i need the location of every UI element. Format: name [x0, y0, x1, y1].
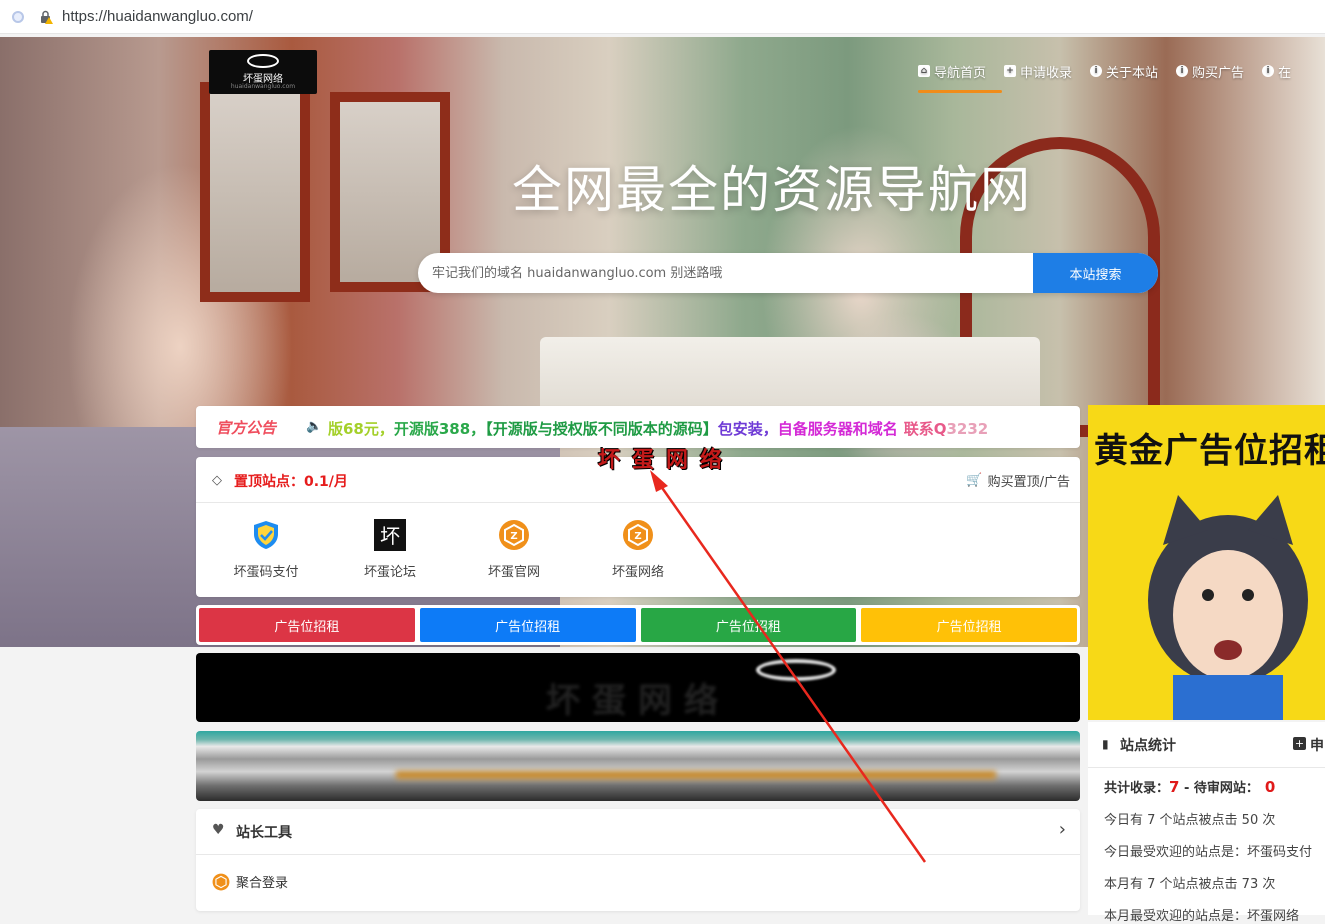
home-icon: ⌂	[918, 65, 930, 77]
orange-hex-icon	[212, 873, 230, 890]
stats-title: 站点统计	[1120, 738, 1176, 754]
top-sites-card: ◇ 置顶站点：0.1/月 🛒 购买置顶/广告 坏蛋码支付 坏 坏蛋论坛 Z 坏蛋…	[196, 457, 1080, 597]
nav-label: 关于本站	[1106, 65, 1159, 81]
hero-window-decor	[200, 82, 310, 302]
heartbeat-icon: ♥	[212, 822, 225, 838]
cart-icon: 🛒	[966, 473, 983, 488]
top-sites-title: 置顶站点：0.1/月	[234, 474, 348, 490]
notice-part: 版68元，	[328, 420, 394, 438]
side-ad-title: 黄金广告位招租	[1094, 431, 1325, 471]
watermark-text: 坏蛋网络	[598, 447, 735, 473]
banner-logo-text: 坏蛋网络	[546, 681, 730, 721]
nav-label: 申请收录	[1020, 65, 1073, 81]
stats-header: ▮ 站点统计 + 申	[1088, 722, 1325, 768]
chevron-right-icon[interactable]: ›	[1059, 819, 1066, 840]
bookmark-icon: ▮	[1102, 737, 1109, 751]
plus-square-icon: +	[1004, 65, 1017, 77]
nav-label: 在	[1278, 65, 1292, 81]
top-nav: ⌂ 导航首页 + 申请收录 i 关于本站 i 购买广告 i 在	[918, 60, 1291, 93]
search-button[interactable]: 本站搜索	[1033, 253, 1158, 293]
ad-slot-button[interactable]: 广告位招租	[861, 608, 1077, 642]
info-icon: i	[1090, 65, 1103, 77]
notice-part: 包安装，	[717, 420, 778, 438]
info-icon: i	[1262, 65, 1275, 77]
nav-label: 购买广告	[1192, 65, 1245, 81]
notice-part: 【开源版与授权版不同版本的源码】	[485, 420, 718, 438]
stats-line: 今日最受欢迎的站点是：坏蛋码支付	[1104, 845, 1313, 860]
search-input[interactable]	[418, 253, 1033, 293]
speaker-icon: 🔈	[306, 419, 323, 434]
info-icon: i	[1176, 65, 1189, 77]
webmaster-tools-card: ♥ 站长工具 › 聚合登录	[196, 809, 1080, 911]
nav-item-buy-ad[interactable]: i 购买广告	[1176, 60, 1244, 82]
stats-total-line: 共计收录：7 - 待审网站： 0	[1104, 777, 1275, 796]
pending-count: 0	[1264, 778, 1276, 796]
plus-square-icon[interactable]: +	[1293, 737, 1306, 750]
site-stats-card: ▮ 站点统计 + 申 共计收录：7 - 待审网站： 0 今日有 7 个站点被点击 …	[1088, 722, 1325, 924]
tools-title: 站长工具	[236, 825, 292, 841]
total-count: 7	[1169, 778, 1180, 796]
ad-slot-button[interactable]: 广告位招租	[640, 608, 857, 642]
banner-stripe-decor	[396, 771, 996, 779]
browser-address-bar[interactable]: https://huaidanwangluo.com/	[0, 0, 1325, 34]
nav-active-indicator	[918, 90, 1002, 93]
diamond-icon: ◇	[212, 473, 222, 488]
apply-link[interactable]: 申	[1310, 735, 1324, 755]
svg-text:坏: 坏	[380, 524, 400, 548]
banner-ad-1[interactable]: 坏蛋网络	[196, 653, 1080, 722]
url-text[interactable]: https://huaidanwangluo.com/	[62, 8, 253, 25]
nav-label: 导航首页	[934, 65, 987, 81]
nav-item-about[interactable]: i 关于本站	[1090, 60, 1158, 82]
site-label: 坏蛋网络	[611, 565, 664, 580]
total-label: 共计收录：	[1104, 781, 1170, 796]
logo-subtext: huaidanwangluo.com	[230, 83, 296, 90]
logo-mark-icon	[247, 54, 279, 68]
search-bar: 本站搜索	[418, 253, 1158, 293]
top-sites-list: 坏蛋码支付 坏 坏蛋论坛 Z 坏蛋官网 Z 坏蛋网络	[196, 503, 1080, 580]
stats-separator: -	[1179, 781, 1194, 796]
stats-line: 本月有 7 个站点被点击 73 次	[1104, 877, 1276, 892]
orange-hex-icon: Z	[623, 520, 653, 550]
site-item[interactable]: Z 坏蛋官网	[452, 519, 576, 580]
tool-label: 聚合登录	[236, 876, 289, 891]
nav-item-home[interactable]: ⌂ 导航首页	[918, 60, 986, 82]
site-item[interactable]: 坏蛋码支付	[204, 519, 328, 580]
notice-part: 3232	[946, 420, 989, 438]
site-label: 坏蛋论坛	[363, 565, 416, 580]
orange-hex-icon: Z	[499, 520, 529, 550]
svg-text:Z: Z	[634, 531, 641, 542]
banner-ad-2[interactable]	[196, 731, 1080, 801]
nav-item-apply[interactable]: + 申请收录	[1004, 60, 1072, 82]
side-gold-ad[interactable]: 黄金广告位招租	[1088, 405, 1325, 720]
buy-top-label: 购买置顶/广告	[987, 475, 1070, 490]
ad-slot-button[interactable]: 广告位招租	[199, 608, 415, 642]
notice-part: 开源版388，	[393, 420, 486, 438]
site-item[interactable]: 坏 坏蛋论坛	[328, 519, 452, 580]
tool-item[interactable]: 聚合登录	[212, 872, 288, 891]
site-item[interactable]: Z 坏蛋网络	[576, 519, 700, 580]
cartoon-husky-illustration	[1148, 495, 1308, 720]
huai-char-icon: 坏	[374, 519, 406, 551]
tools-header[interactable]: ♥ 站长工具 ›	[196, 809, 1080, 855]
insecure-lock-icon[interactable]	[39, 10, 53, 24]
notice-part: 联系Q	[903, 420, 947, 438]
hero-title: 全网最全的资源导航网	[512, 161, 1032, 219]
svg-text:Z: Z	[510, 531, 517, 542]
stats-line: 今日有 7 个站点被点击 50 次	[1104, 813, 1276, 828]
site-label: 坏蛋码支付	[233, 565, 299, 580]
site-label: 坏蛋官网	[487, 565, 540, 580]
pending-label: 待审网站：	[1193, 781, 1259, 796]
shield-check-icon	[254, 521, 278, 549]
announcement-marquee[interactable]: 版68元，开源版388，【开源版与授权版不同版本的源码】包安装，自备服务器和域名…	[328, 418, 1068, 439]
nav-item-more[interactable]: i 在	[1262, 60, 1291, 82]
ad-slot-row: 广告位招租 广告位招租 广告位招租 广告位招租	[196, 605, 1080, 645]
notice-part: 自备服务器和域名	[777, 420, 898, 438]
ad-slot-button[interactable]: 广告位招租	[419, 608, 636, 642]
page-info-icon[interactable]	[12, 11, 24, 23]
announcement-badge: 官方公告	[216, 419, 277, 437]
buy-top-link[interactable]: 🛒 购买置顶/广告	[966, 471, 1070, 490]
site-logo[interactable]: 坏蛋网络 huaidanwangluo.com	[209, 50, 317, 94]
